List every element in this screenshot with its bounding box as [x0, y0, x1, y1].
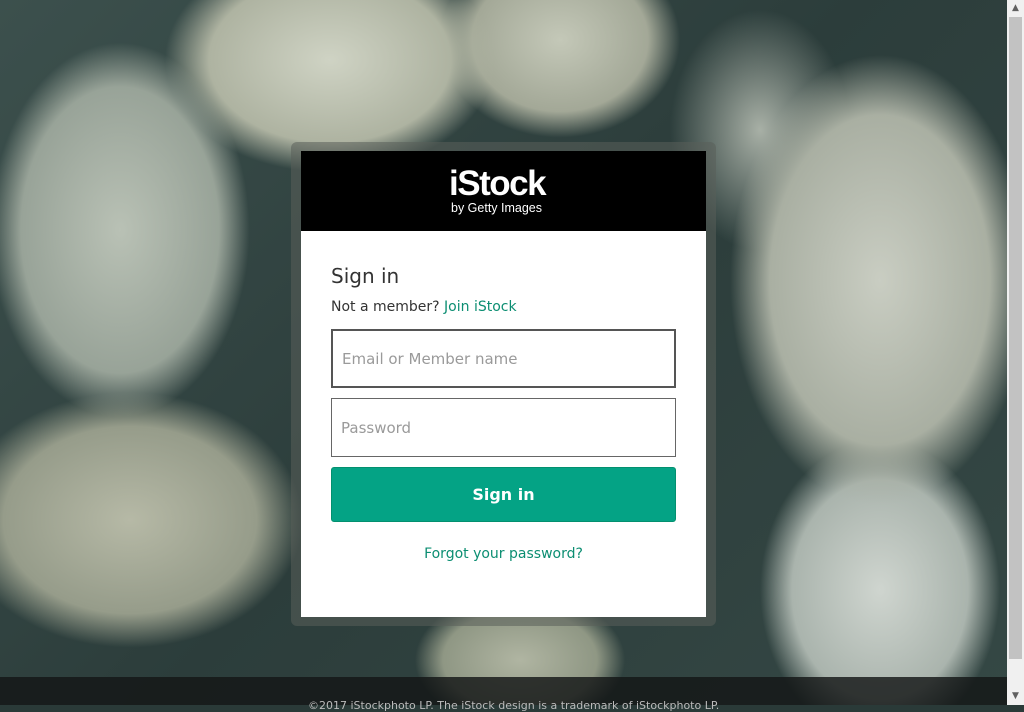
scroll-down-arrow-icon[interactable]: ▼: [1007, 688, 1024, 705]
join-link[interactable]: Join iStock: [444, 299, 517, 315]
signin-button[interactable]: Sign in: [331, 467, 676, 522]
page-title: Sign in: [331, 264, 400, 288]
not-member-text: Not a member?: [331, 299, 440, 315]
vertical-scrollbar[interactable]: ▲ ▼: [1007, 0, 1024, 705]
password-input[interactable]: [331, 398, 676, 457]
signin-modal: iStock by Getty Images Sign in Not a mem…: [301, 151, 706, 617]
logo-tagline: by Getty Images: [451, 201, 543, 215]
footer-text: ©2017 iStockphoto LP. The iStock design …: [308, 699, 720, 712]
footer: ©2017 iStockphoto LP. The iStock design …: [0, 677, 1007, 712]
forgot-password-link[interactable]: Forgot your password?: [424, 546, 583, 562]
istock-logo: iStock: [449, 164, 547, 203]
email-input[interactable]: [331, 329, 676, 388]
member-prompt: Not a member? Join iStock: [331, 298, 517, 316]
modal-header: iStock by Getty Images: [301, 151, 706, 231]
scroll-up-arrow-icon[interactable]: ▲: [1007, 0, 1024, 17]
scroll-thumb[interactable]: [1009, 17, 1022, 659]
